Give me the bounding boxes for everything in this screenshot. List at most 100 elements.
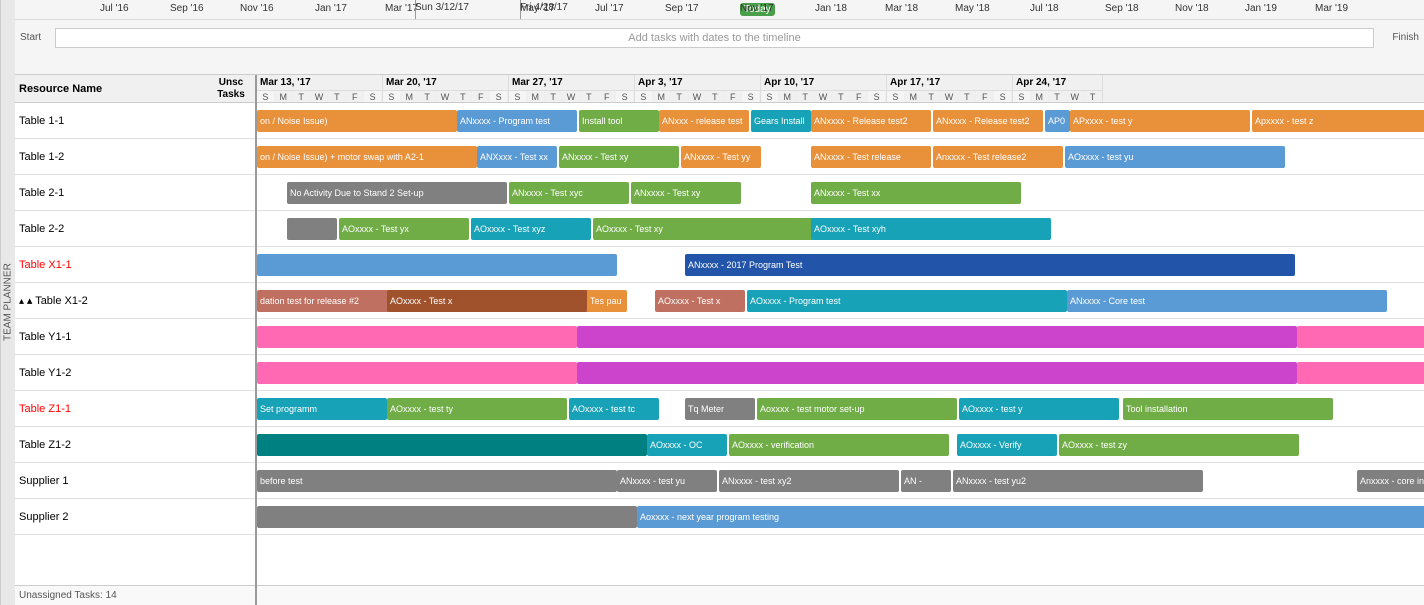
task-bar-row6-1[interactable] <box>577 326 1297 348</box>
task-bar-row1-5[interactable]: Anxxxx - Test release2 <box>933 146 1063 168</box>
task-bar-row5-3[interactable]: AOxxxx - Test x <box>655 290 745 312</box>
task-bar-row10-4[interactable]: ANxxxx - test yu2 <box>953 470 1203 492</box>
task-bar-row9-4[interactable]: AOxxxx - test zy <box>1059 434 1299 456</box>
task-bar-row1-0[interactable]: on / Noise Issue) + motor swap with A2-1 <box>257 146 477 168</box>
task-bar-row8-5[interactable]: AOxxxx - test y <box>959 398 1119 420</box>
task-bar-row0-1[interactable]: ANxxxx - Program test <box>457 110 577 132</box>
resource-row-11: Supplier 2 <box>15 499 255 535</box>
timeline-bar-bg: Add tasks with dates to the timeline <box>55 28 1374 48</box>
task-bar-row4-1[interactable]: ANxxxx - 2017 Program Test <box>685 254 1295 276</box>
resource-name-text: Table 1-1 <box>19 115 251 127</box>
task-bar-row9-2[interactable]: AOxxxx - verification <box>729 434 949 456</box>
task-bar-row0-8[interactable]: APxxxx - test y <box>1070 110 1250 132</box>
gantt-area: Mar 13, '17SMTWTFSMar 20, '17SMTWTFSMar … <box>257 75 1424 605</box>
task-bar-row10-3[interactable]: AN - <box>901 470 951 492</box>
finish-label: Finish <box>1392 32 1419 43</box>
task-bar-row9-1[interactable]: AOxxxx - OC <box>647 434 727 456</box>
timeline-content: Jul '16Sep '16Nov '16Jan '17Mar '17Sun 3… <box>15 0 1424 74</box>
resource-row-4: Table X1-1 <box>15 247 255 283</box>
task-bar-row3-0[interactable] <box>287 218 337 240</box>
unsc-header: Unsc Tasks <box>211 77 251 101</box>
task-bar-row1-4[interactable]: ANxxxx - Test release <box>811 146 931 168</box>
timeline-bar-row: Start Add tasks with dates to the timeli… <box>15 20 1424 55</box>
task-bar-row6-0[interactable] <box>257 326 577 348</box>
task-bar-row3-1[interactable]: AOxxxx - Test yx <box>339 218 469 240</box>
gantt-row-10: before testANxxxx - test yuANxxxx - test… <box>257 463 1424 499</box>
task-bar-row5-4[interactable]: AOxxxx - Program test <box>747 290 1067 312</box>
left-sidebar: Resource Name Unsc Tasks Table 1-1 Table … <box>15 75 257 605</box>
resource-row-8: Table Z1-1 <box>15 391 255 427</box>
task-bar-row2-3[interactable]: ANxxxx - Test xx <box>811 182 1021 204</box>
task-bar-row3-2[interactable]: AOxxxx - Test xyz <box>471 218 591 240</box>
task-bar-row5-2[interactable]: Tes pau <box>587 290 627 312</box>
gantt-row-9: AOxxxx - OCAOxxxx - verification AOxxxx -… <box>257 427 1424 463</box>
gantt-row-7 <box>257 355 1424 391</box>
task-bar-row8-2[interactable]: AOxxxx - test tc <box>569 398 659 420</box>
gantt-row-6 <box>257 319 1424 355</box>
task-bar-row5-1[interactable]: AOxxxx - Test x <box>387 290 587 312</box>
task-bar-row0-4[interactable]: Gears Install <box>751 110 811 132</box>
task-bar-row2-0[interactable]: No Activity Due to Stand 2 Set-up <box>287 182 507 204</box>
task-bar-row10-1[interactable]: ANxxxx - test yu <box>617 470 717 492</box>
task-bar-row5-5[interactable]: ANxxxx - Core test <box>1067 290 1387 312</box>
task-bar-row3-4[interactable]: AOxxxx - Test xyh <box>811 218 1051 240</box>
task-bar-row0-5[interactable]: ANxxxx - Release test2 <box>811 110 931 132</box>
gantt-header: Mar 13, '17SMTWTFSMar 20, '17SMTWTFSMar … <box>257 75 1424 103</box>
task-bar-row10-5[interactable]: Anxxxx - core integration <box>1357 470 1424 492</box>
task-bar-row9-0[interactable] <box>257 434 647 456</box>
resource-row-6: Table Y1-1 <box>15 319 255 355</box>
task-bar-row1-1[interactable]: ANXxxx - Test xx <box>477 146 557 168</box>
task-bar-row0-2[interactable]: Install tool <box>579 110 659 132</box>
task-bar-row10-0[interactable]: before test <box>257 470 617 492</box>
task-bar-row0-7[interactable]: AP0 <box>1045 110 1070 132</box>
task-bar-row9-3[interactable]: AOxxxx - Verify <box>957 434 1057 456</box>
week-col-2: Mar 27, '17SMTWTFS <box>509 75 635 102</box>
task-bar-row6-2[interactable] <box>1297 326 1424 348</box>
resource-rows: Table 1-1Table 1-2Table 2-1Table 2-2Tabl… <box>15 103 255 585</box>
task-bar-row0-0[interactable]: on / Noise Issue) <box>257 110 457 132</box>
task-bar-row0-9[interactable]: Apxxxx - test z <box>1252 110 1424 132</box>
task-bar-row8-0[interactable]: Set programm <box>257 398 387 420</box>
resource-row-3: Table 2-2 <box>15 211 255 247</box>
task-bar-row8-3[interactable]: Tq Meter <box>685 398 755 420</box>
resource-name-text: Supplier 2 <box>19 511 251 523</box>
task-bar-row7-2[interactable] <box>1297 362 1424 384</box>
task-bar-row2-2[interactable]: ANxxxx - Test xy <box>631 182 741 204</box>
task-bar-row4-0[interactable] <box>257 254 617 276</box>
resource-row-7: Table Y1-2 <box>15 355 255 391</box>
task-bar-row0-6[interactable]: ANxxxx - Release test2 <box>933 110 1043 132</box>
start-label: Start <box>20 32 41 43</box>
task-bar-row10-2[interactable]: ANxxxx - test xy2 <box>719 470 899 492</box>
timeline-dates-row: Jul '16Sep '16Nov '16Jan '17Mar '17Sun 3… <box>15 0 1424 20</box>
task-bar-row2-1[interactable]: ANxxxx - Test xyc <box>509 182 629 204</box>
task-bar-row0-3[interactable]: ANxxx - release test <box>659 110 749 132</box>
task-bar-row8-6[interactable]: Tool installation <box>1123 398 1333 420</box>
resource-name-text: Table Y1-1 <box>19 331 251 343</box>
gantt-row-11: Aoxxxx - next year program testingTR <box>257 499 1424 535</box>
task-bar-row8-4[interactable]: Aoxxxx - test motor set-up <box>757 398 957 420</box>
resource-name-text: Table Z1-1 <box>19 403 251 415</box>
task-bar-row7-0[interactable] <box>257 362 577 384</box>
task-bar-row8-1[interactable]: AOxxxx - test ty <box>387 398 567 420</box>
resource-name-text: Table X1-1 <box>19 259 251 271</box>
resource-header: Resource Name Unsc Tasks <box>15 75 255 103</box>
task-bar-row11-1[interactable]: Aoxxxx - next year program testing <box>637 506 1424 528</box>
task-bar-row11-0[interactable] <box>257 506 637 528</box>
resource-row-10: Supplier 1 <box>15 463 255 499</box>
gantt-row-2: No Activity Due to Stand 2 Set-upANxxxx … <box>257 175 1424 211</box>
task-bar-row3-3[interactable]: AOxxxx - Test xy <box>593 218 833 240</box>
week-col-1: Mar 20, '17SMTWTFS <box>383 75 509 102</box>
resource-row-1: Table 1-2 <box>15 139 255 175</box>
resource-name-text: Table 2-2 <box>19 223 251 235</box>
resource-row-9: Table Z1-2 <box>15 427 255 463</box>
resource-name-text: Table 1-2 <box>19 151 251 163</box>
task-bar-row1-2[interactable]: ANxxxx - Test xy <box>559 146 679 168</box>
resource-name-text: Table Y1-2 <box>19 367 251 379</box>
resource-row-0: Table 1-1 <box>15 103 255 139</box>
gantt-unassigned <box>257 585 1424 605</box>
task-bar-row1-6[interactable]: AOxxxx - test yu <box>1065 146 1285 168</box>
gantt-row-1: on / Noise Issue) + motor swap with A2-1… <box>257 139 1424 175</box>
resource-name-text: Supplier 1 <box>19 475 251 487</box>
task-bar-row1-3[interactable]: ANxxxx - Test yy <box>681 146 761 168</box>
task-bar-row7-1[interactable] <box>577 362 1297 384</box>
